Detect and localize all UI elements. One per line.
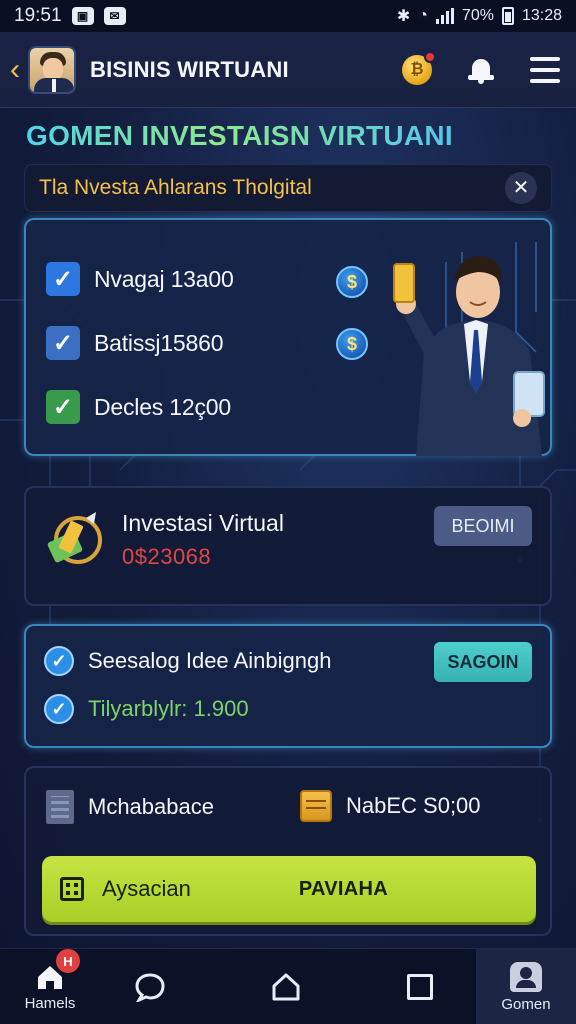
nav-home-label: Hamels [24,994,76,1012]
message-icon: ✉ [103,7,126,25]
coin-symbol: ₿ [410,60,424,78]
bottom-navigation: H Hamels Gomen [0,948,576,1024]
nav-gomen-label: Gomen [501,995,551,1013]
home-badge: H [56,949,80,973]
investment-value: 0$23068 [122,544,212,569]
summary-left-label: Mchababace [88,794,214,819]
square-icon [407,974,433,1000]
task-item[interactable]: ✓ Tilyarblylr: 1.900 [44,694,249,724]
wifi-icon: ◔ [418,7,428,24]
nav-recents[interactable] [370,949,470,1024]
bell-icon[interactable] [466,55,496,85]
status-bar: 19:51 ▣ ✉ ✱ ◔ 70% 13:28 [0,0,576,32]
status-clock-right: 13:28 [521,7,562,24]
primary-action-button[interactable]: Aysacian PAVIAHA [42,856,536,922]
checklist-item[interactable]: ✓ Decles 12ç00 [46,390,231,424]
checklist-label: Batissj15860 [94,329,224,356]
checkbox-checked-icon[interactable]: ✓ [46,262,80,296]
checklist-item[interactable]: ✓ Batissj15860 [46,326,224,360]
tasks-card: ✓ Seesalog Idee Ainbigngh ✓ Tilyarblylr:… [24,624,552,748]
checklist-card: ✓ Nvagaj 13a00 ✓ Batissj15860 ✓ Decles 1… [24,218,552,456]
close-icon[interactable]: ✕ [505,172,537,204]
bluetooth-icon: ✱ [396,8,411,25]
task-item[interactable]: ✓ Seesalog Idee Ainbigngh [44,646,331,676]
checklist-label: Nvagaj 13a00 [94,265,234,292]
checklist-label: Decles 12ç00 [94,393,231,420]
building-icon [46,790,74,824]
checkbox-checked-icon[interactable]: ✓ [46,390,80,424]
primary-action-value: PAVIAHA [298,877,389,900]
crate-icon [300,790,332,822]
notification-icon: ▣ [71,7,94,25]
signal-icon [435,8,454,24]
nav-chat[interactable] [100,949,200,1024]
checklist-item[interactable]: ✓ Nvagaj 13a00 [46,262,234,296]
battery-percent: 70% [461,7,494,24]
tasks-action-button[interactable]: SAGOIN [434,642,532,682]
dollar-coin-icon: $ [336,328,368,360]
status-time: 19:51 [14,5,62,26]
back-arrow-icon[interactable]: ‹ [4,54,26,85]
task-label: Tilyarblylr: 1.900 [88,696,249,721]
investment-title: Investasi Virtual [122,510,284,536]
battery-icon [501,7,514,25]
summary-card: Mchababace NabEC S0;00 Aysacian PAVIAHA [24,766,552,936]
chat-icon [135,973,165,1002]
page-headline: GOMEN INVESTAISN VIRTUANI [26,120,454,151]
summary-left: Mchababace [46,790,214,824]
banner-text: Tla Nvesta Ahlarans Tholgital [39,176,312,199]
nav-house[interactable] [236,949,336,1024]
dollar-coin-icon: $ [336,266,368,298]
investment-icon [47,512,102,564]
task-label: Seesalog Idee Ainbigngh [88,648,332,673]
check-circle-icon: ✓ [44,694,74,724]
investment-action-button[interactable]: BEOIMI [434,506,532,546]
checkbox-checked-icon[interactable]: ✓ [46,326,80,360]
investment-card: Investasi Virtual 0$23068 BEOIMI [24,486,552,606]
app-title: BISINIS WIRTUANI [90,56,289,82]
coin-notification-dot [424,50,436,63]
avatar[interactable] [28,45,76,94]
summary-right: NabEC S0;00 [300,790,481,822]
house-icon [272,973,300,1001]
coin-icon[interactable]: ₿ [402,50,436,85]
app-bar: ‹ BISINIS WIRTUANI ₿ [0,32,576,108]
info-banner: Tla Nvesta Ahlarans Tholgital ✕ [24,164,552,212]
businessman-illustration [393,242,545,456]
grid-icon [60,877,84,901]
summary-right-label: NabEC S0;00 [346,793,481,818]
primary-action-label: Aysacian [102,876,191,901]
profile-icon [510,961,542,992]
nav-gomen[interactable]: Gomen [476,949,576,1024]
check-circle-icon: ✓ [44,646,74,676]
hamburger-menu-icon[interactable] [530,56,560,83]
nav-home[interactable]: H Hamels [0,949,100,1024]
